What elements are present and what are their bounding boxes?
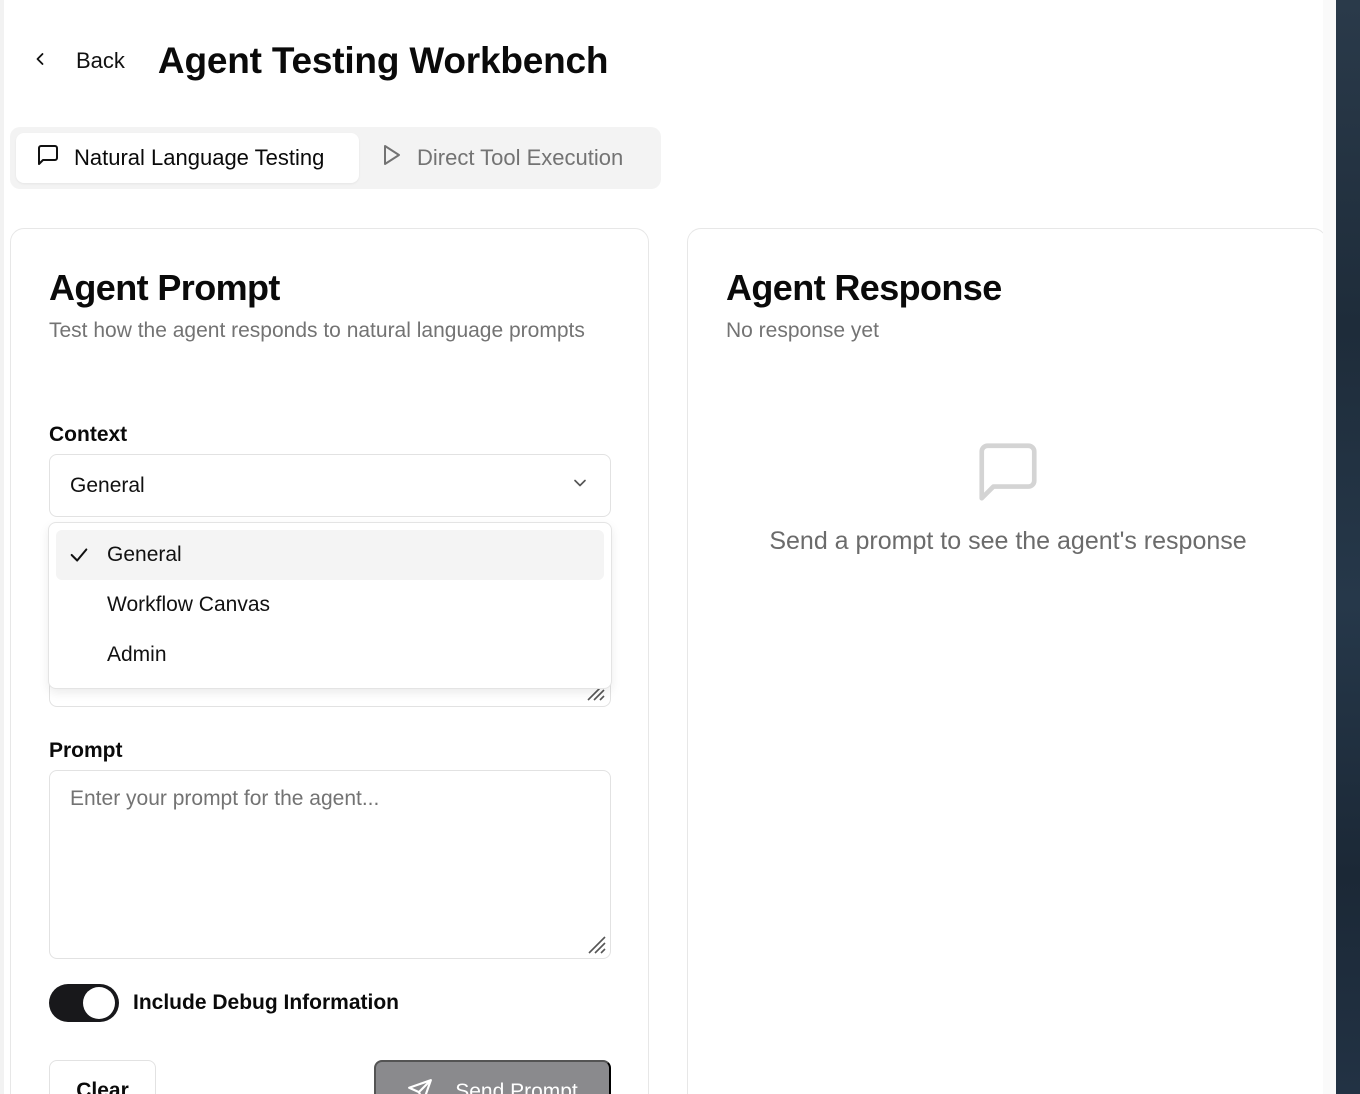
- card-description: No response yet: [726, 319, 879, 342]
- card-description: Test how the agent responds to natural l…: [49, 319, 585, 342]
- dropdown-option-label: Workflow Canvas: [107, 593, 270, 616]
- prompt-label: Prompt: [49, 739, 123, 762]
- context-label: Context: [49, 423, 128, 446]
- debug-toggle-row: Include Debug Information: [49, 984, 399, 1022]
- page-title: Agent Testing Workbench: [157, 40, 609, 81]
- prompt-textarea[interactable]: [49, 770, 611, 959]
- desktop-background: [1336, 0, 1360, 1094]
- context-dropdown-menu: General Workflow Canvas Admin: [48, 522, 612, 689]
- chevron-left-icon: [30, 49, 50, 74]
- send-prompt-label: Send Prompt: [455, 1080, 578, 1094]
- message-square-icon: [36, 143, 60, 173]
- message-square-icon: [973, 437, 1043, 507]
- app-window: Back Agent Testing Workbench Natural Lan…: [0, 0, 1323, 1094]
- dropdown-option-label: Admin: [107, 643, 167, 666]
- empty-state-message: Send a prompt to see the agent's respons…: [769, 527, 1247, 555]
- clear-button[interactable]: Clear: [49, 1060, 156, 1094]
- dropdown-option-workflow-canvas[interactable]: Workflow Canvas: [56, 580, 604, 630]
- context-select[interactable]: General: [49, 454, 611, 517]
- check-icon: [68, 544, 90, 566]
- tab-label: Natural Language Testing: [74, 145, 325, 170]
- tab-list: Natural Language Testing Direct Tool Exe…: [10, 127, 661, 189]
- card-title: Agent Response: [726, 267, 1002, 308]
- agent-response-card: Agent Response No response yet Send a pr…: [687, 228, 1323, 1094]
- window-edge: [1323, 0, 1336, 1094]
- tab-natural-language-testing[interactable]: Natural Language Testing: [16, 133, 359, 183]
- send-icon: [407, 1079, 433, 1094]
- card-title: Agent Prompt: [49, 267, 280, 308]
- back-label: Back: [76, 48, 125, 73]
- tab-direct-tool-execution[interactable]: Direct Tool Execution: [359, 133, 643, 183]
- toggle-knob: [83, 987, 115, 1019]
- debug-toggle-label: Include Debug Information: [133, 991, 399, 1014]
- back-button[interactable]: Back: [30, 48, 125, 74]
- send-prompt-button[interactable]: Send Prompt: [374, 1060, 611, 1094]
- resize-grip-icon[interactable]: [585, 933, 607, 955]
- context-select-value: General: [70, 473, 145, 497]
- dropdown-option-admin[interactable]: Admin: [56, 630, 604, 680]
- tab-label: Direct Tool Execution: [417, 145, 624, 170]
- debug-toggle[interactable]: [49, 984, 119, 1022]
- play-icon: [379, 143, 403, 173]
- page-header: Back Agent Testing Workbench: [30, 38, 609, 84]
- dropdown-option-general[interactable]: General: [56, 530, 604, 580]
- dropdown-option-label: General: [107, 543, 182, 566]
- chevron-down-icon: [570, 473, 590, 499]
